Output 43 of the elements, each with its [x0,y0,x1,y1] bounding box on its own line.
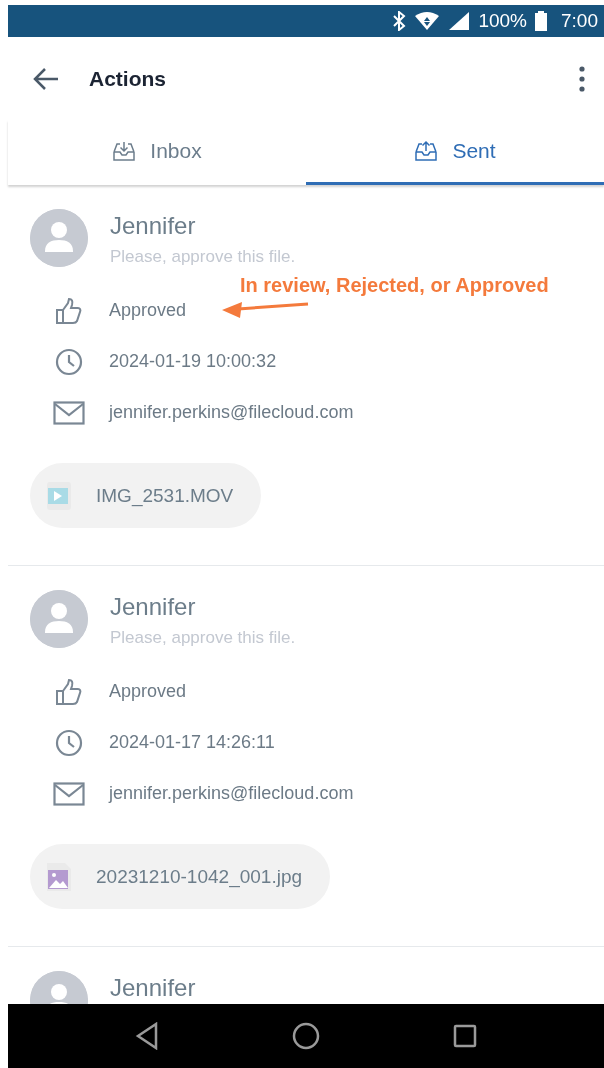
wifi-icon [414,11,441,31]
date-text: 2024-01-19 10:00:32 [109,351,277,372]
clock-icon [55,728,83,757]
square-icon [453,1024,478,1048]
video-file-icon [46,480,72,511]
image-file-icon [46,861,72,892]
sender-name: Jennifer [110,592,197,622]
tab[interactable]: Sent [306,120,604,185]
request-message: Please, approve this file. [110,246,296,268]
clock-time: 7:00 [561,10,598,32]
status-text: Approved [109,681,187,702]
envelope-icon [53,781,85,806]
circle-icon [292,1022,320,1050]
battery-percent: 100% [478,10,527,32]
back-nav-button[interactable] [134,1022,159,1050]
avatar-icon [30,209,88,267]
home-nav-button[interactable] [292,1022,320,1050]
email-text: jennifer.perkins@filecloud.com [109,402,354,423]
thumbs-up-icon [55,296,83,325]
file-attachment[interactable]: 20231210-1042_001.jpg [30,844,331,909]
clock-icon [55,347,83,376]
page-title: Actions [89,66,167,91]
status-text: Approved [109,300,187,321]
envelope-icon [53,400,85,425]
recents-nav-button[interactable] [453,1024,478,1048]
back-button[interactable] [32,66,60,91]
thumbs-up-icon [55,677,83,706]
file-attachment[interactable]: IMG_2531.MOV [30,463,262,528]
email-text: jennifer.perkins@filecloud.com [109,783,354,804]
signal-icon [448,11,471,31]
tray-icon [112,140,137,162]
avatar-icon [30,590,88,648]
sender-name: Jennifer [110,973,196,1003]
bluetooth-icon [392,11,407,31]
sender-name: Jennifer [110,211,197,241]
tab[interactable]: Inbox [8,120,306,185]
battery-icon [535,11,547,31]
back-arrow-icon [32,66,60,91]
tray-icon [414,140,439,162]
triangle-icon [134,1022,159,1050]
date-text: 2024-01-17 14:26:11 [109,732,275,753]
annotation-text: In review, Rejected, or Approved [240,274,549,297]
request-message: Please, approve this file. [110,627,296,649]
